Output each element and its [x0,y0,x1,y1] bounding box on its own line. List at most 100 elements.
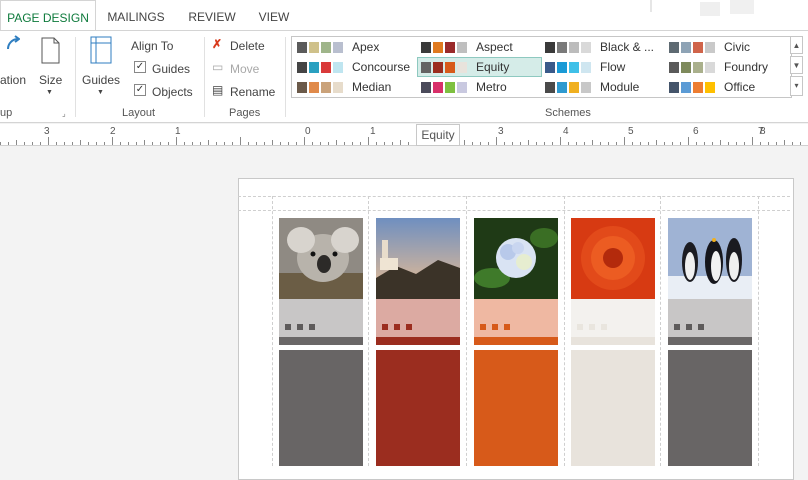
column-guide [272,196,273,466]
color-swatch [445,42,455,53]
scheme-civic[interactable]: Civic [666,38,789,56]
ruler-tick [408,142,409,145]
chevron-down-icon: ▼ [46,89,53,96]
color-swatch [705,62,715,73]
ruler-tick [192,142,193,145]
color-swatch [421,62,431,73]
scheme-flow[interactable]: Flow [542,58,665,76]
orientation-button[interactable]: ation [0,35,26,87]
decor-square [309,324,315,330]
gallery-scroll-down[interactable]: ▼ [790,56,803,74]
scheme-card-hydrangea[interactable] [474,218,558,466]
scheme-apex[interactable]: Apex [294,38,417,56]
ruler-number: 5 [628,126,634,137]
guides-checkbox[interactable]: ✓ [134,61,146,73]
orientation-icon [7,35,21,50]
ruler-tick [512,142,513,145]
color-swatch [569,82,579,93]
tab-page-design[interactable]: PAGE DESIGN [0,0,96,31]
color-band [474,299,558,337]
horizontal-ruler: 321123456708 [0,124,808,146]
tab-review[interactable]: REVIEW [184,0,240,30]
ruler-tick [240,137,241,145]
ruler-tick [232,142,233,145]
rename-button[interactable]: ▤ Rename [212,83,282,99]
color-block [474,350,558,466]
scheme-metro[interactable]: Metro [418,78,541,96]
color-swatch [321,62,331,73]
rename-label: Rename [230,85,276,99]
delete-label: Delete [230,39,265,53]
ruler-tick [344,142,345,145]
ruler-tick [632,142,633,145]
tab-mailings[interactable]: MAILINGS [100,0,172,30]
koala-photo [279,218,363,299]
decor-square [698,324,704,330]
scheme-card-penguins[interactable] [668,218,752,466]
scheme-name: Module [600,80,640,94]
ruler-tick [728,142,729,145]
color-stripe [474,337,558,345]
ruler-tick [616,142,617,145]
scheme-name: Civic [724,40,750,54]
decor-square [394,324,400,330]
dialog-launcher-icon[interactable]: ⌟ [62,109,66,118]
color-swatch [321,82,331,93]
gallery-more-button[interactable]: ▾ [790,76,803,96]
scheme-aspect[interactable]: Aspect [418,38,541,56]
ruler-tick [64,142,65,145]
pages-group-label: Pages [229,107,261,119]
ruler-tick [792,142,793,145]
scheme-card-chrysanthemum[interactable] [571,218,655,466]
layout-group-label: Layout [122,107,156,119]
color-swatch [297,62,307,73]
ruler-tick [208,140,209,145]
ruler-tick [200,142,201,145]
ruler-tick [584,142,585,145]
scheme-card-lighthouse[interactable] [376,218,460,466]
scheme-black[interactable]: Black & ... [542,38,665,56]
scheme-name: Median [352,80,392,94]
scheme-card-koala[interactable] [279,218,363,466]
gallery-scroll-up[interactable]: ▲ [790,36,803,54]
color-stripe [279,337,363,345]
color-swatch [557,82,567,93]
size-button[interactable]: Size ▼ [36,35,64,101]
ruler-tick [40,142,41,145]
tab-view[interactable]: VIEW [252,0,296,30]
delete-button[interactable]: ✗ Delete [212,37,272,53]
color-swatch [433,42,443,53]
size-label: Size [39,73,63,87]
ruler-tick [560,137,561,145]
ruler-tick [136,142,137,145]
scheme-foundry[interactable]: Foundry [666,58,789,76]
objects-check-label: Objects [152,85,193,99]
scheme-concourse[interactable]: Concourse [294,58,417,76]
ruler-tick [400,140,401,145]
scheme-equity[interactable]: Equity [417,57,542,77]
decor-square [686,324,692,330]
scheme-module[interactable]: Module [542,78,665,96]
ribbon-tab-bar: PAGE DESIGN MAILINGS REVIEW VIEW [0,0,808,31]
color-swatch [569,62,579,73]
scheme-office[interactable]: Office [666,78,789,96]
color-swatch [681,42,691,53]
guides-button[interactable]: Guides ▼ [82,35,120,101]
penguins-photo [668,218,752,299]
ruler-tick [352,142,353,145]
ruler-tick [472,142,473,145]
ruler-tick [544,142,545,145]
color-block [279,350,363,466]
ruler-tick [464,140,465,145]
group-separator [204,37,205,117]
objects-checkbox[interactable]: ✓ [134,84,146,96]
align-to-label: Align To [131,39,174,53]
lighthouse-photo [376,218,460,299]
ruler-tick [8,142,9,145]
ruler-tick [608,142,609,145]
decor-square [285,324,291,330]
scheme-median[interactable]: Median [294,78,417,96]
ruler-number: 1 [370,126,376,137]
move-button[interactable]: ▭ Move [212,60,272,76]
page-size-icon [41,37,60,64]
